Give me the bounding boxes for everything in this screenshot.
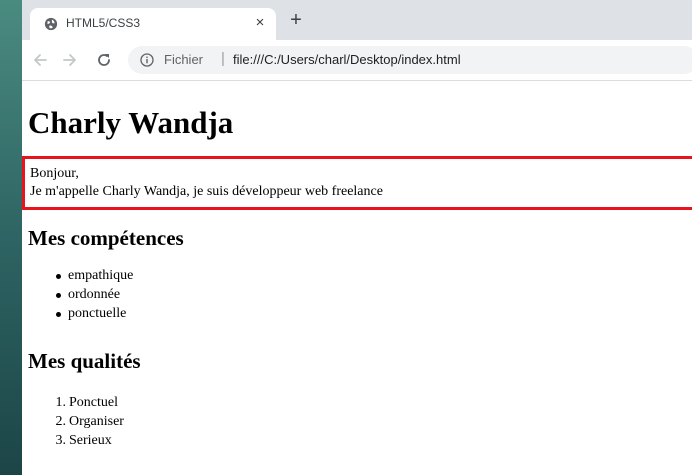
page-content: Charly Wandja Bonjour, Je m'appelle Char… <box>22 81 692 475</box>
list-number: 3. <box>55 433 67 448</box>
list-item: ordonnée <box>68 287 121 302</box>
address-separator: | <box>221 50 225 67</box>
close-icon[interactable]: × <box>252 14 268 32</box>
list-item: Ponctuel <box>69 395 118 410</box>
bullet-icon <box>56 293 61 298</box>
intro-paragraph: Bonjour, Je m'appelle Charly Wandja, je … <box>22 156 692 210</box>
forward-arrow-icon[interactable] <box>60 50 80 70</box>
browser-window: HTML5/CSS3 × + Fichier | file:///C:/User… <box>22 0 692 475</box>
back-arrow-icon[interactable] <box>30 50 50 70</box>
intro-text: Je m'appelle Charly Wandja, je suis déve… <box>30 184 383 199</box>
plus-icon[interactable]: + <box>286 10 306 30</box>
origin-label: Fichier <box>164 52 204 67</box>
list-item: ponctuelle <box>68 306 127 321</box>
browser-toolbar: Fichier | file:///C:/Users/charl/Desktop… <box>22 40 692 81</box>
skills-heading: Mes compétences <box>28 226 184 250</box>
list-item: Serieux <box>69 433 112 448</box>
tab-title: HTML5/CSS3 <box>66 16 141 30</box>
list-item: empathique <box>68 268 134 283</box>
bullet-icon <box>56 312 61 317</box>
globe-icon <box>44 17 58 31</box>
list-number: 2. <box>55 414 67 429</box>
reload-icon[interactable] <box>94 50 114 70</box>
address-bar[interactable]: Fichier | file:///C:/Users/charl/Desktop… <box>128 46 692 74</box>
qualities-heading: Mes qualités <box>28 349 141 373</box>
tab-active[interactable]: HTML5/CSS3 × <box>30 8 276 40</box>
bullet-icon <box>56 274 61 279</box>
info-icon[interactable] <box>140 53 154 67</box>
intro-greeting: Bonjour, <box>30 166 79 181</box>
list-number: 1. <box>55 395 67 410</box>
tab-strip: HTML5/CSS3 × + <box>22 0 692 40</box>
url-text[interactable]: file:///C:/Users/charl/Desktop/index.htm… <box>233 52 461 67</box>
list-item: Organiser <box>69 414 124 429</box>
page-title: Charly Wandja <box>28 105 234 140</box>
desktop-background-edge <box>0 0 22 475</box>
